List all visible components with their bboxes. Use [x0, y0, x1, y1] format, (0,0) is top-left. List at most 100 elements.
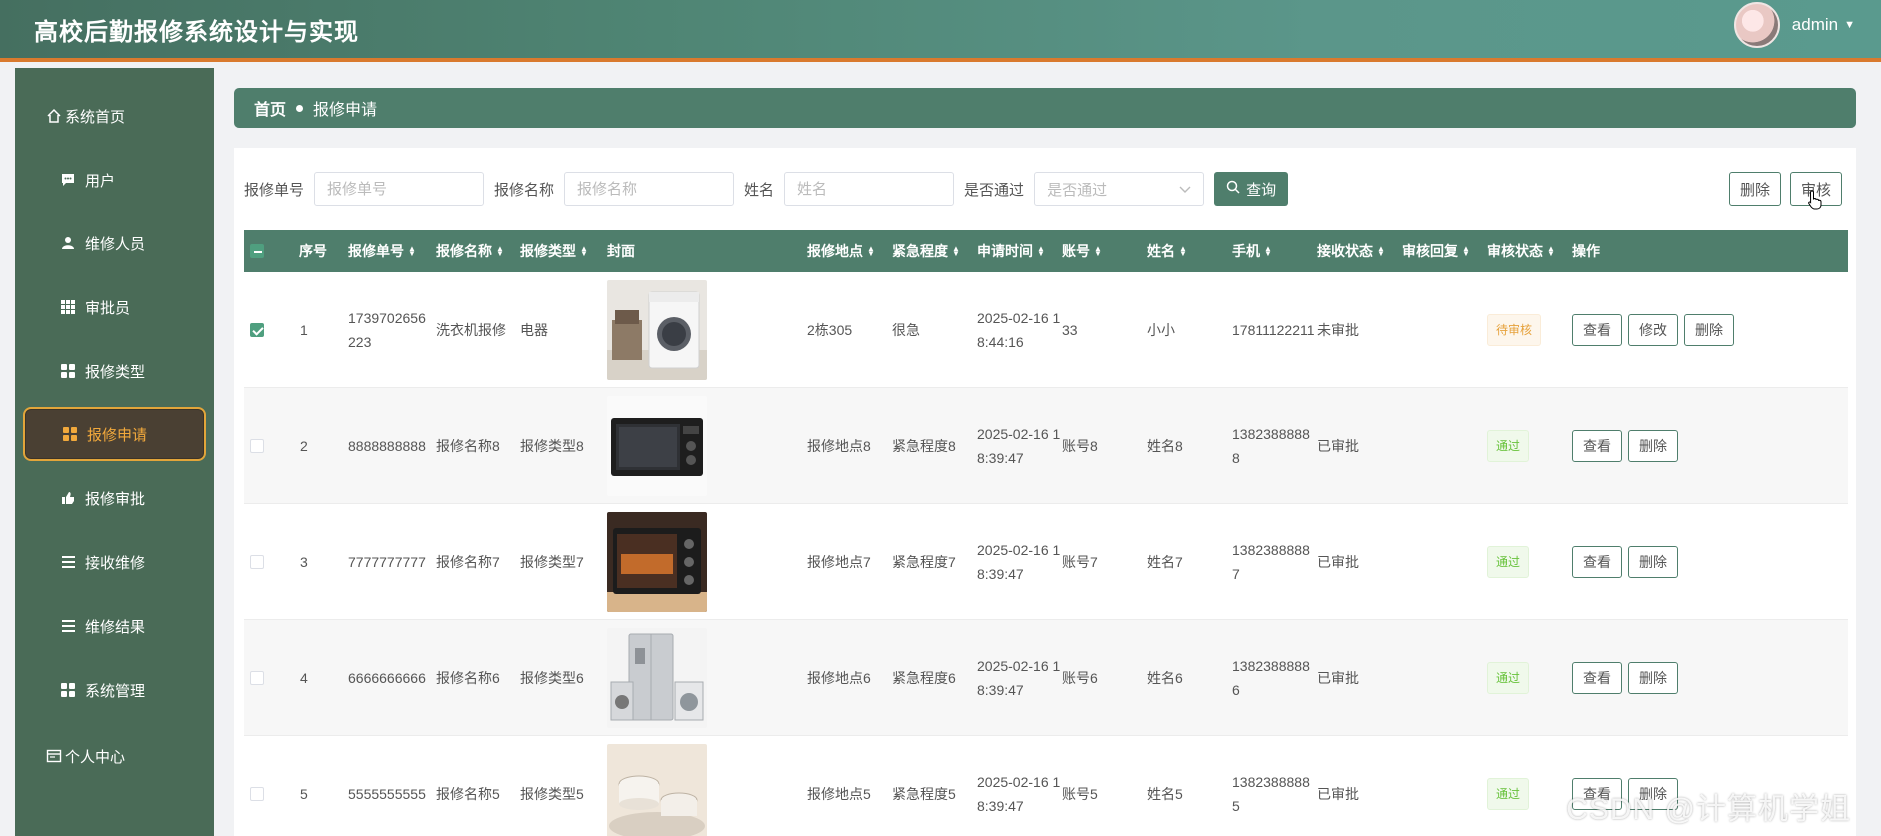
row-checkbox[interactable] [250, 504, 264, 620]
user-name[interactable]: admin [1792, 15, 1838, 35]
cell-place: 报修地点7 [807, 554, 871, 570]
sidebar-item-profile[interactable]: 个人中心 [23, 729, 206, 783]
cell-urgency: 紧急程度5 [892, 786, 956, 802]
list-icon [59, 553, 77, 571]
row-checkbox[interactable] [250, 620, 264, 736]
col-time-label: 申请时间 [977, 243, 1033, 259]
chevron-down-icon [1179, 181, 1191, 198]
repair-name-input[interactable] [564, 172, 735, 206]
col-place[interactable]: 报修地点 ▲ ▼ [807, 230, 875, 272]
edit-button[interactable]: 修改 [1628, 314, 1678, 346]
washing-machine-image[interactable] [607, 280, 707, 380]
sort-icon[interactable]: ▲ ▼ [1462, 245, 1470, 258]
thumb-icon [59, 489, 77, 507]
row-checkbox[interactable] [250, 388, 264, 504]
status-badge: 通过 [1487, 546, 1530, 578]
table-row: 2 8888888888 报修名称8 报修类型8 报修地点8 紧急程度8 202… [244, 388, 1848, 504]
sidebar-item-system-management[interactable]: 系统管理 [23, 663, 206, 717]
checkbox-indeterminate[interactable] [250, 244, 264, 258]
select-all-checkbox[interactable] [250, 230, 264, 272]
breadcrumb-home[interactable]: 首页 [254, 96, 286, 120]
sort-icon[interactable]: ▲ ▼ [408, 245, 416, 258]
cell-repair-type: 报修类型8 [520, 438, 584, 454]
oven-image[interactable] [607, 512, 707, 612]
col-urgency[interactable]: 紧急程度 ▲ ▼ [892, 230, 960, 272]
sort-icon[interactable]: ▲ ▼ [867, 245, 875, 258]
sort-icon[interactable]: ▲ ▼ [496, 245, 504, 258]
status-badge: 通过 [1487, 778, 1530, 810]
sort-icon[interactable]: ▲ ▼ [1037, 245, 1045, 258]
col-status[interactable]: 审核状态 ▲ ▼ [1487, 230, 1555, 272]
col-repair-type[interactable]: 报修类型 ▲ ▼ [520, 230, 588, 272]
view-button[interactable]: 查看 [1572, 314, 1622, 346]
sort-icon[interactable]: ▲ ▼ [1179, 245, 1187, 258]
breadcrumb-separator [296, 104, 304, 112]
delete-button[interactable]: 删除 [1628, 662, 1678, 694]
cell-no: 5 [300, 786, 308, 802]
sidebar-item-approvers[interactable]: 审批员 [23, 280, 206, 334]
checkbox[interactable] [250, 787, 264, 801]
col-time[interactable]: 申请时间 ▲ ▼ [977, 230, 1045, 272]
sort-icon[interactable]: ▲ ▼ [1094, 245, 1102, 258]
person-name-input[interactable] [784, 172, 955, 206]
col-person[interactable]: 姓名 ▲ ▼ [1147, 230, 1187, 272]
batch-delete-button[interactable]: 删除 [1728, 172, 1781, 206]
checkbox-checked[interactable] [250, 323, 264, 337]
user-menu[interactable]: admin ▼ [1733, 2, 1855, 48]
view-button[interactable]: 查看 [1572, 662, 1622, 694]
status-badge: 待审核 [1487, 314, 1542, 346]
chevron-down-icon[interactable]: ▼ [1844, 19, 1855, 31]
avatar[interactable] [1733, 2, 1780, 48]
col-order-no[interactable]: 报修单号 ▲ ▼ [348, 230, 416, 272]
checkbox[interactable] [250, 555, 264, 569]
person-name-label: 姓名 [744, 181, 775, 199]
cell-cover [607, 272, 707, 388]
row-checkbox[interactable] [250, 272, 264, 388]
sidebar-item-home[interactable]: 系统首页 [23, 89, 206, 143]
view-button[interactable]: 查看 [1572, 546, 1622, 578]
order-no-input[interactable] [314, 172, 485, 206]
col-repair-name-label: 报修名称 [436, 243, 492, 259]
cell-time: 2025-02-16 18:39:47 [977, 542, 1061, 582]
delete-button[interactable]: 删除 [1628, 430, 1678, 462]
col-receive[interactable]: 接收状态 ▲ ▼ [1317, 230, 1385, 272]
sort-icon[interactable]: ▲ ▼ [1547, 245, 1555, 258]
sort-icon[interactable]: ▲ ▼ [1377, 245, 1385, 258]
appliances-image[interactable] [607, 628, 707, 728]
cell-place: 报修地点8 [807, 438, 871, 454]
hand-cursor-icon [1808, 190, 1822, 210]
col-account[interactable]: 账号 ▲ ▼ [1062, 230, 1102, 272]
sidebar-item-users[interactable]: 用户 [23, 153, 206, 207]
sidebar-item-repair-results[interactable]: 维修结果 [23, 599, 206, 653]
delete-button[interactable]: 删除 [1684, 314, 1734, 346]
view-button[interactable]: 查看 [1572, 430, 1622, 462]
checkbox[interactable] [250, 439, 264, 453]
col-repair-type-label: 报修类型 [520, 243, 576, 259]
col-reply[interactable]: 审核回复 ▲ ▼ [1402, 230, 1470, 272]
sidebar-item-repair-approval[interactable]: 报修审批 [23, 471, 206, 525]
col-repair-name[interactable]: 报修名称 ▲ ▼ [436, 230, 504, 272]
sort-icon[interactable]: ▲ ▼ [952, 245, 960, 258]
sidebar-item-repair-requests[interactable]: 报修申请 [23, 407, 206, 461]
pass-select[interactable]: 是否通过 [1034, 172, 1205, 206]
cell-cover [607, 388, 707, 504]
row-checkbox[interactable] [250, 736, 264, 836]
microwave-image[interactable] [607, 396, 707, 496]
sort-icon[interactable]: ▲ ▼ [1264, 245, 1272, 258]
cell-repair-type: 报修类型5 [520, 786, 584, 802]
sort-icon[interactable]: ▲ ▼ [580, 245, 588, 258]
sidebar-item-receive-repair[interactable]: 接收维修 [23, 535, 206, 589]
table-row: 3 7777777777 报修名称7 报修类型7 报修地点7 紧急程度7 202… [244, 504, 1848, 620]
grid-icon [61, 425, 79, 443]
cookware-image[interactable] [607, 744, 707, 836]
cell-receive: 已审批 [1317, 670, 1359, 686]
col-phone[interactable]: 手机 ▲ ▼ [1232, 230, 1272, 272]
checkbox[interactable] [250, 671, 264, 685]
delete-button[interactable]: 删除 [1628, 546, 1678, 578]
search-button[interactable]: 查询 [1214, 172, 1289, 206]
cell-person: 姓名5 [1147, 786, 1183, 802]
sidebar-item-repairers[interactable]: 维修人员 [23, 216, 206, 270]
cell-repair-name: 报修名称5 [436, 786, 500, 802]
cell-cover [607, 504, 707, 620]
sidebar-item-repair-types[interactable]: 报修类型 [23, 344, 206, 398]
